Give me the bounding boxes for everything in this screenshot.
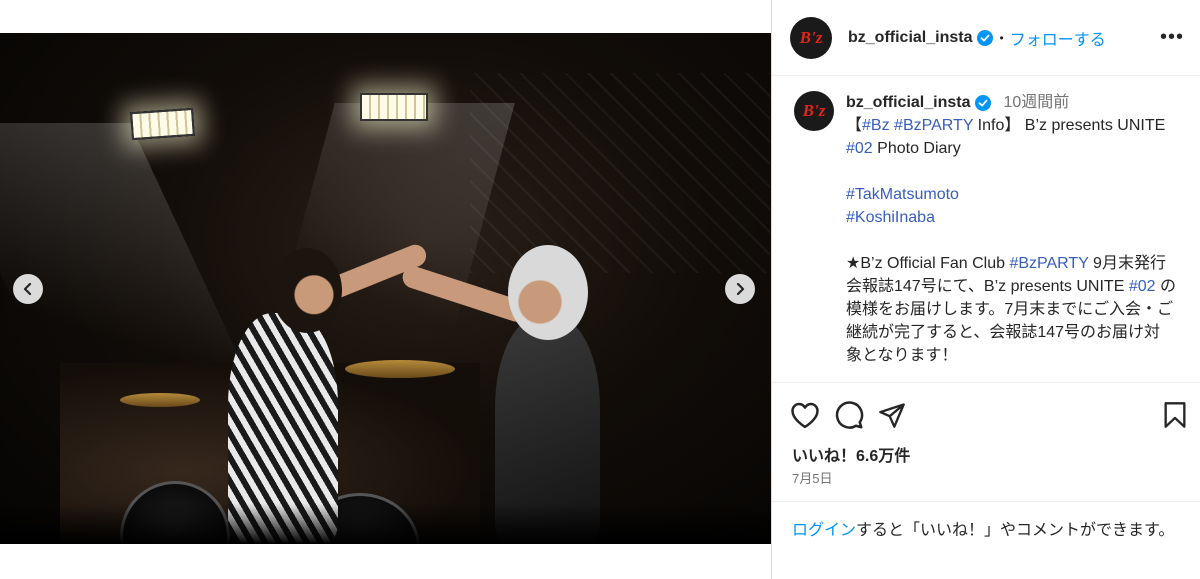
stage-light [130,107,195,141]
post-date[interactable]: 7月5日 [792,468,832,487]
hashtag-link[interactable]: #TakMatsumoto [846,186,959,203]
divider [772,382,1200,383]
divider [772,501,1200,502]
comment-icon[interactable] [834,400,864,430]
carousel-next-button[interactable] [725,274,755,304]
login-link[interactable]: ログイン [792,522,856,539]
more-options-button[interactable]: ••• [1160,26,1184,49]
hashtag-link[interactable]: #02 [846,140,873,157]
separator-dot: • [999,30,1004,45]
avatar-logo: B'z [802,101,826,120]
username-link[interactable]: bz_official_insta [846,91,970,114]
username-link[interactable]: bz_official_insta [848,29,972,47]
media-viewer [0,0,771,579]
post-header: B'z bz_official_insta • フォローする ••• [772,0,1200,76]
caption-paragraph: 【#Bz #BzPARTY Info】 B’z presents UNITE #… [846,117,1166,157]
paper-plane-icon[interactable] [878,401,906,429]
caption-body: bz_official_insta 10週間前 【#Bz #BzPARTY In… [846,91,1176,382]
stage-light [360,93,428,121]
caption-paragraph: #TakMatsumoto #KoshiInaba [846,183,1176,229]
caption-paragraph: ★B’z Official Fan Club #BzPARTY 9月末発行会報誌… [846,255,1176,364]
carousel-prev-button[interactable] [13,274,43,304]
likes-count[interactable]: いいね！6.6万件 [792,442,910,466]
post-timestamp[interactable]: 10週間前 [1003,91,1069,114]
chevron-right-icon [736,283,745,295]
post-side-panel: B'z bz_official_insta • フォローする ••• B'z b… [771,0,1200,579]
verified-badge-icon [977,29,994,46]
login-prompt: ログインすると「いいね！」やコメントができます。 [792,522,1175,539]
hashtag-link[interactable]: #BzPARTY [1009,255,1088,272]
avatar-logo: B'z [799,27,823,47]
post-photo [0,33,771,544]
verified-badge-icon [975,94,992,111]
avatar[interactable]: B'z [790,16,832,59]
heart-icon[interactable] [790,401,820,429]
post-actions [790,398,1188,432]
hashtag-link[interactable]: #BzPARTY [894,117,973,134]
chevron-left-icon [23,283,32,295]
caption-header: bz_official_insta 10週間前 [846,91,1176,114]
hashtag-link[interactable]: #02 [1129,278,1156,295]
hashtag-link[interactable]: #KoshiInaba [846,209,935,226]
bookmark-icon[interactable] [1162,401,1188,429]
avatar[interactable]: B'z [794,91,834,131]
hashtag-link[interactable]: #Bz [862,117,890,134]
post-caption: B'z bz_official_insta 10週間前 【#Bz #BzPART… [772,77,1200,382]
follow-button[interactable]: フォローする [1010,26,1106,50]
